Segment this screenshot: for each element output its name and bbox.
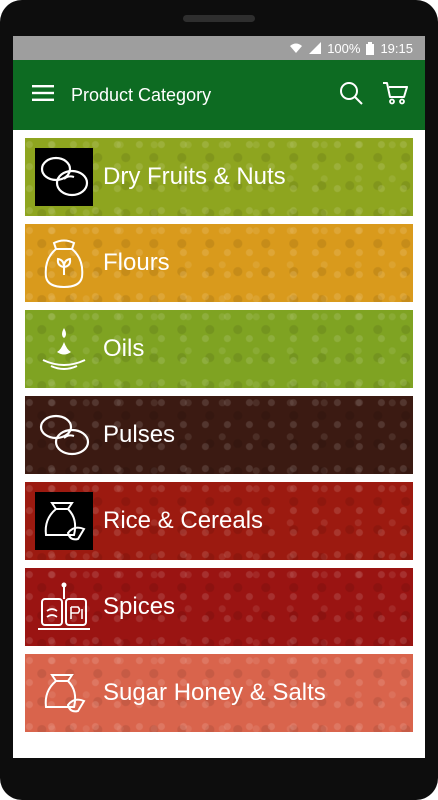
- search-button[interactable]: [329, 71, 373, 119]
- category-spices[interactable]: Spices: [25, 568, 413, 646]
- cart-button[interactable]: [373, 71, 417, 119]
- category-rice-cereals[interactable]: Rice & Cereals: [25, 482, 413, 560]
- rice-scoop-icon: [35, 492, 93, 550]
- signal-icon: [309, 42, 322, 54]
- screen: 100% 19:15 Product Category Dry Fruits &…: [13, 36, 425, 758]
- flour-sack-icon: [35, 234, 93, 292]
- search-icon: [339, 81, 363, 110]
- beans-icon: [35, 406, 93, 464]
- sugar-scoop-icon: [35, 664, 93, 722]
- category-label: Pulses: [103, 421, 176, 448]
- clock: 19:15: [380, 40, 413, 56]
- category-label: Flours: [103, 249, 170, 276]
- category-flours[interactable]: Flours: [25, 224, 413, 302]
- phone-frame: 100% 19:15 Product Category Dry Fruits &…: [0, 0, 438, 800]
- category-label: Sugar Honey & Salts: [103, 679, 326, 706]
- category-dry-fruits-nuts[interactable]: Dry Fruits & Nuts: [25, 138, 413, 216]
- oil-drop-icon: [35, 320, 93, 378]
- menu-button[interactable]: [19, 71, 67, 119]
- speaker-grille: [183, 15, 255, 22]
- category-list: Dry Fruits & Nuts Flours Oils Pulses Ric…: [13, 130, 425, 758]
- category-oils[interactable]: Oils: [25, 310, 413, 388]
- battery-icon: [366, 41, 375, 55]
- wifi-icon: [289, 42, 303, 54]
- battery-percent: 100%: [327, 40, 361, 56]
- category-label: Rice & Cereals: [103, 507, 264, 534]
- category-pulses[interactable]: Pulses: [25, 396, 413, 474]
- status-bar: 100% 19:15: [13, 36, 425, 60]
- cart-icon: [382, 81, 408, 110]
- app-bar: Product Category: [13, 60, 425, 130]
- category-label: Spices: [103, 593, 176, 620]
- menu-icon: [32, 84, 54, 106]
- category-sugar-honey-salts[interactable]: Sugar Honey & Salts: [25, 654, 413, 732]
- spice-jars-icon: [35, 578, 93, 636]
- category-label: Dry Fruits & Nuts: [103, 163, 286, 190]
- page-title: Product Category: [71, 84, 212, 105]
- beans-icon: [35, 148, 93, 206]
- category-label: Oils: [103, 335, 145, 362]
